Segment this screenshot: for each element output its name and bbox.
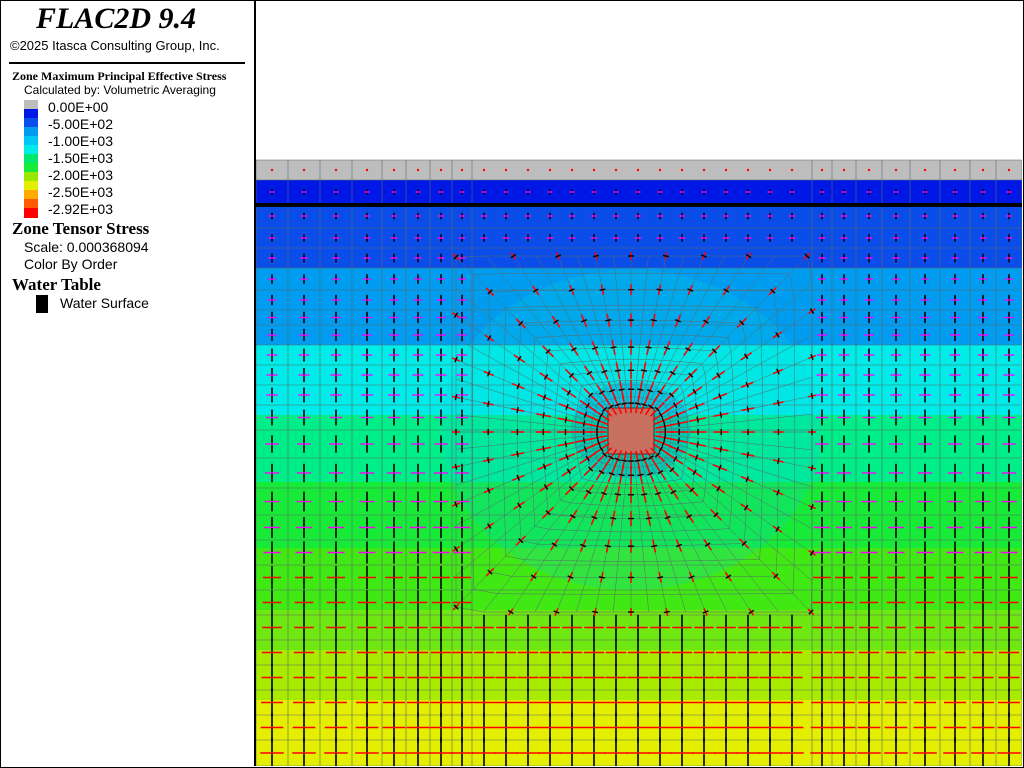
tensor-point — [724, 168, 728, 172]
tensor-title: Zone Tensor Stress — [12, 219, 150, 238]
tensor-point — [302, 168, 306, 172]
water-surface-label: Water Surface — [60, 295, 149, 311]
tensor-point — [570, 168, 574, 172]
tensor-point — [526, 168, 530, 172]
tensor-point — [592, 168, 596, 172]
contour-subtitle: Calculated by: Volumetric Averaging — [24, 83, 216, 97]
tensor-point — [746, 168, 750, 172]
tensor-point — [636, 168, 640, 172]
tensor-point — [658, 168, 662, 172]
legend-divider — [9, 62, 245, 64]
contour-level-label: -2.92E+03 — [48, 201, 113, 217]
contour-level-label: 0.00E+00 — [48, 99, 109, 115]
tensor-point — [439, 168, 443, 172]
tensor-point — [416, 168, 420, 172]
tensor-point — [392, 168, 396, 172]
tensor-point — [270, 168, 274, 172]
contour-level-label: -5.00E+02 — [48, 116, 113, 132]
tensor-point — [894, 168, 898, 172]
tensor-point — [504, 168, 508, 172]
tensor-point — [820, 168, 824, 172]
contour-swatch — [24, 208, 38, 218]
tensor-point — [867, 168, 871, 172]
tensor-point — [482, 168, 486, 172]
model-plot[interactable] — [256, 0, 1022, 766]
app-title: FLAC2D 9.4 — [36, 2, 197, 35]
tensor-point — [702, 168, 706, 172]
water-table-line — [256, 203, 1022, 207]
tensor-point — [460, 168, 464, 172]
tensor-point — [790, 168, 794, 172]
contour-title: Zone Maximum Principal Effective Stress — [12, 69, 227, 83]
tensor-point — [548, 168, 552, 172]
tensor-point — [365, 168, 369, 172]
water-table-title: Water Table — [12, 275, 101, 294]
tunnel-zone — [607, 407, 655, 455]
contour-level-label: -2.00E+03 — [48, 167, 113, 183]
contour-band — [256, 204, 1022, 268]
contour-band — [256, 650, 1022, 700]
contour-level-label: -2.50E+03 — [48, 184, 113, 200]
tensor-point — [923, 168, 927, 172]
tensor-point — [953, 168, 957, 172]
water-surface-line — [256, 203, 1022, 207]
tensor-point — [680, 168, 684, 172]
tensor-scale: Scale: 0.000368094 — [24, 239, 149, 255]
water-surface-swatch — [36, 295, 48, 313]
tensor-point — [768, 168, 772, 172]
contour-band — [256, 700, 1022, 766]
tensor-color-mode: Color By Order — [24, 256, 118, 272]
tensor-point — [334, 168, 338, 172]
contour-level-label: -1.50E+03 — [48, 150, 113, 166]
tensor-point — [981, 168, 985, 172]
contour-band — [256, 610, 1022, 650]
contour-level-label: -1.00E+03 — [48, 133, 113, 149]
legend-panel: FLAC2D 9.4 ©2025 Itasca Consulting Group… — [0, 0, 256, 766]
copyright-text: ©2025 Itasca Consulting Group, Inc. — [10, 38, 220, 53]
tensor-point — [614, 168, 618, 172]
tensor-point — [842, 168, 846, 172]
tensor-point — [1007, 168, 1011, 172]
